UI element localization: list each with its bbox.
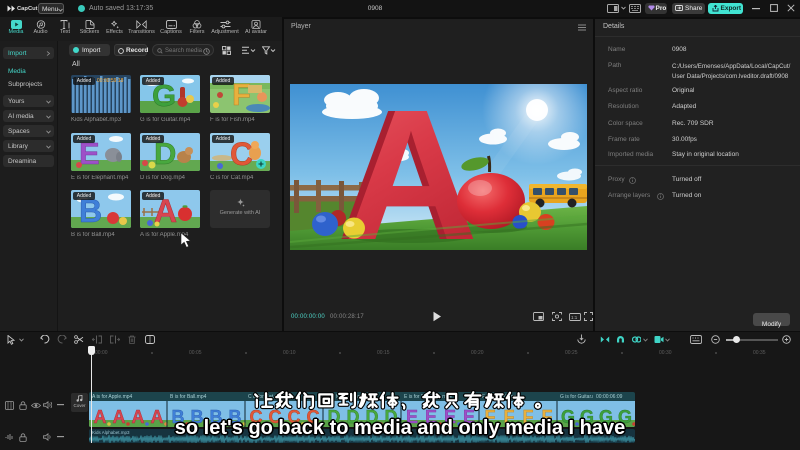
svg-text:1:1: 1:1	[571, 315, 578, 320]
